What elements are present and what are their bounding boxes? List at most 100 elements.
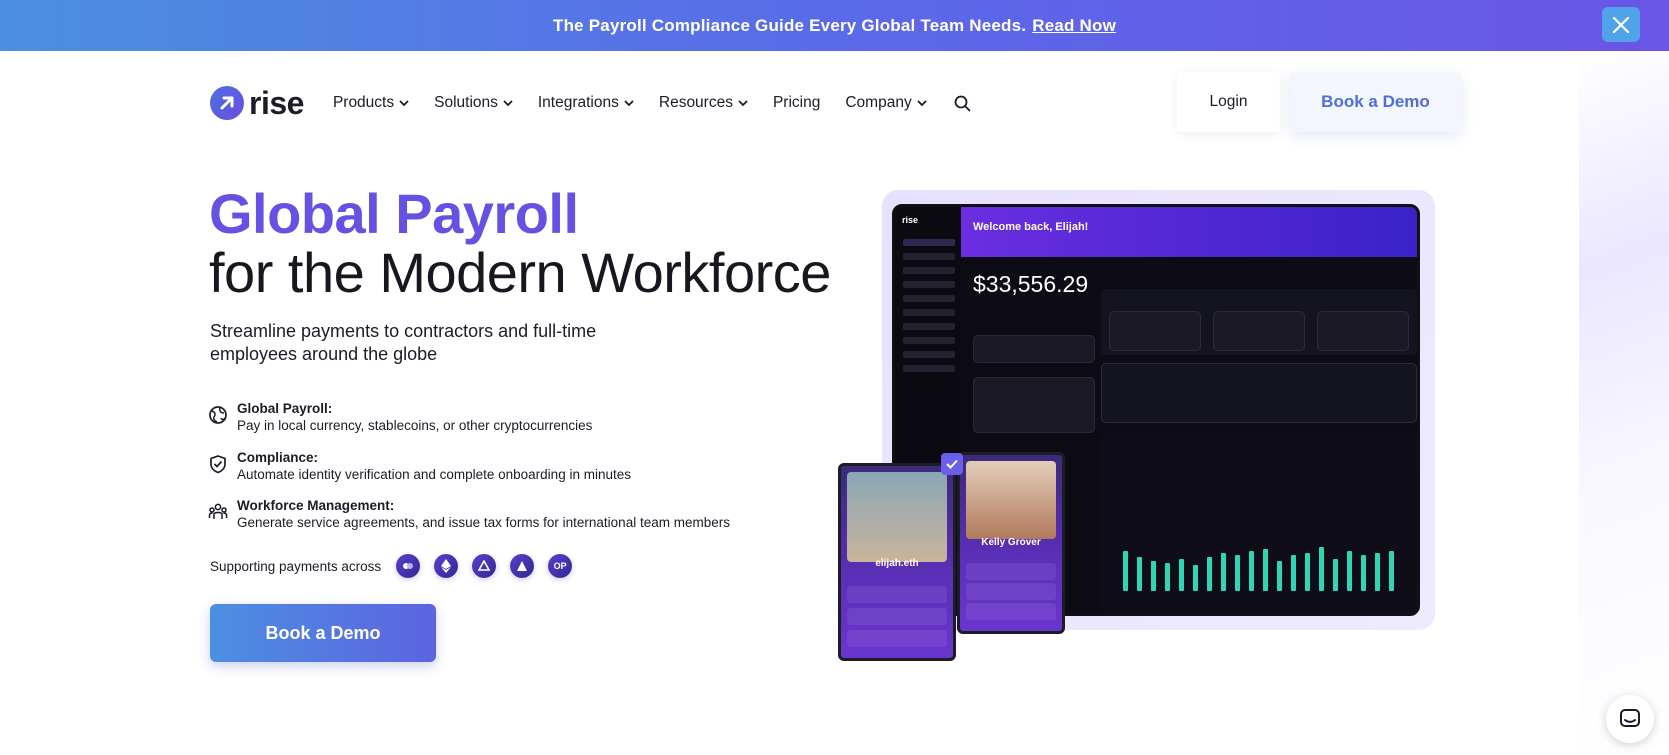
dashboard-card xyxy=(1109,311,1201,351)
profile-photo xyxy=(847,472,947,562)
dashboard-card xyxy=(973,377,1095,433)
nav-products-label: Products xyxy=(332,94,395,111)
dashboard-bar xyxy=(1361,555,1366,591)
dashboard-bar xyxy=(1193,565,1198,591)
search-icon xyxy=(954,95,971,111)
dashboard-bar xyxy=(1179,559,1184,591)
profile-info-row xyxy=(966,583,1056,600)
banner-read-now-link[interactable]: Read Now xyxy=(1032,16,1116,36)
dashboard-bar xyxy=(1319,547,1324,591)
nav-company-label: Company xyxy=(845,94,912,111)
dashboard-deposits-panel xyxy=(1101,289,1417,355)
dashboard-bar xyxy=(1277,561,1282,591)
avalanche-icon xyxy=(510,554,535,578)
close-icon xyxy=(1612,16,1630,33)
dashboard-bar xyxy=(1151,561,1156,591)
dashboard-payments-chart xyxy=(1101,433,1417,613)
dashboard-welcome: Welcome back, Elijah! xyxy=(973,221,1089,233)
chevron-down-icon xyxy=(399,99,409,106)
hero-book-demo-button[interactable]: Book a Demo xyxy=(210,604,436,662)
chevron-down-icon xyxy=(917,99,927,106)
decorative-stripe xyxy=(1579,51,1669,755)
nav-solutions-label: Solutions xyxy=(434,94,498,111)
feature-title: Compliance: xyxy=(237,450,319,465)
dashboard-bar xyxy=(1137,557,1142,591)
main-nav: rise Products Solutions Integrations Res… xyxy=(210,72,1470,132)
logo-text: rise xyxy=(249,84,304,121)
dashboard-sidebar-item xyxy=(903,351,955,358)
dashboard-bar xyxy=(1291,555,1296,591)
nav-solutions[interactable]: Solutions xyxy=(434,94,513,112)
login-button[interactable]: Login xyxy=(1177,72,1280,132)
dashboard-header: Welcome back, Elijah! xyxy=(961,207,1417,257)
hero-title: for the Modern Workforce xyxy=(209,241,831,304)
profile-info-row xyxy=(966,563,1056,580)
profile-photo xyxy=(966,461,1056,539)
dashboard-sidebar-item xyxy=(903,253,955,260)
chevron-down-icon xyxy=(738,99,748,106)
nav-book-demo-button[interactable]: Book a Demo xyxy=(1290,72,1461,132)
supported-chains: Supporting payments across OP xyxy=(210,554,586,578)
profile-info-row xyxy=(847,608,947,625)
feature-title: Global Payroll: xyxy=(237,401,333,416)
globe-icon xyxy=(209,406,227,424)
dashboard-bar xyxy=(1249,551,1254,591)
profile-info-row xyxy=(847,586,947,603)
dashboard-sidebar-item xyxy=(903,323,955,330)
dashboard-card xyxy=(973,335,1095,363)
feature-workforce-management: Workforce Management: Generate service a… xyxy=(208,497,730,531)
chevron-down-icon xyxy=(503,99,513,106)
feature-global-payroll: Global Payroll: Pay in local currency, s… xyxy=(208,400,592,434)
dashboard-card xyxy=(1101,363,1417,423)
dashboard-sidebar-item xyxy=(903,281,955,288)
arbitrum-icon xyxy=(472,554,497,578)
banner-text: The Payroll Compliance Guide Every Globa… xyxy=(553,15,1027,35)
page: The Payroll Compliance Guide Every Globa… xyxy=(0,0,1669,755)
shield-check-icon xyxy=(210,455,226,474)
nav-integrations[interactable]: Integrations xyxy=(538,94,634,112)
nav-company[interactable]: Company xyxy=(845,94,927,112)
ethereum-icon xyxy=(434,554,459,578)
banner-close-button[interactable] xyxy=(1602,7,1640,42)
dashboard-bar xyxy=(1221,553,1226,591)
profile-card-kelly: Kelly Grover xyxy=(957,452,1065,634)
chain-logo-icon xyxy=(396,554,421,578)
dashboard-bar xyxy=(1375,553,1380,591)
profile-name: elijah.eth xyxy=(875,558,919,569)
announcement-banner: The Payroll Compliance Guide Every Globa… xyxy=(0,0,1669,51)
hero-subtitle: Streamline payments to contractors and f… xyxy=(210,321,597,364)
hero-title-accent: Global Payroll xyxy=(209,182,579,245)
dashboard-logo: rise xyxy=(902,215,919,225)
dashboard-sidebar-item xyxy=(903,267,955,274)
dashboard-bar xyxy=(1389,551,1394,591)
dashboard-bar xyxy=(1235,555,1240,591)
dashboard-bar xyxy=(1333,559,1338,591)
dashboard-bar xyxy=(1347,551,1352,591)
nav-pricing[interactable]: Pricing xyxy=(773,94,820,112)
dashboard-bar xyxy=(1207,557,1212,591)
dashboard-sidebar-item xyxy=(903,365,955,372)
dashboard-sidebar-item xyxy=(903,239,955,246)
profile-info-row xyxy=(966,603,1056,620)
feature-desc: Automate identity verification and compl… xyxy=(237,467,631,482)
nav-resources[interactable]: Resources xyxy=(659,94,748,112)
nav-search-button[interactable] xyxy=(954,95,971,112)
dashboard-card xyxy=(1317,311,1409,351)
supported-chains-label: Supporting payments across xyxy=(210,558,382,574)
verified-check-icon xyxy=(941,453,963,475)
nav-products[interactable]: Products xyxy=(333,94,409,112)
nav-pricing-label: Pricing xyxy=(772,94,821,111)
chevron-down-icon xyxy=(624,99,634,106)
logo[interactable]: rise xyxy=(210,85,304,122)
chat-icon xyxy=(1620,709,1640,727)
logo-arrow-icon xyxy=(210,86,244,120)
dashboard-bar xyxy=(1305,553,1310,591)
dashboard-bar xyxy=(1123,551,1128,591)
feature-desc: Generate service agreements, and issue t… xyxy=(237,515,730,530)
dashboard-amount: $33,556.29 xyxy=(973,271,1089,297)
feature-desc: Pay in local currency, stablecoins, or o… xyxy=(237,418,593,433)
dashboard-bar xyxy=(1165,563,1170,591)
feature-compliance: Compliance: Automate identity verificati… xyxy=(208,449,631,483)
chat-launcher-button[interactable] xyxy=(1606,695,1654,743)
profile-name: Kelly Grover xyxy=(981,537,1041,548)
